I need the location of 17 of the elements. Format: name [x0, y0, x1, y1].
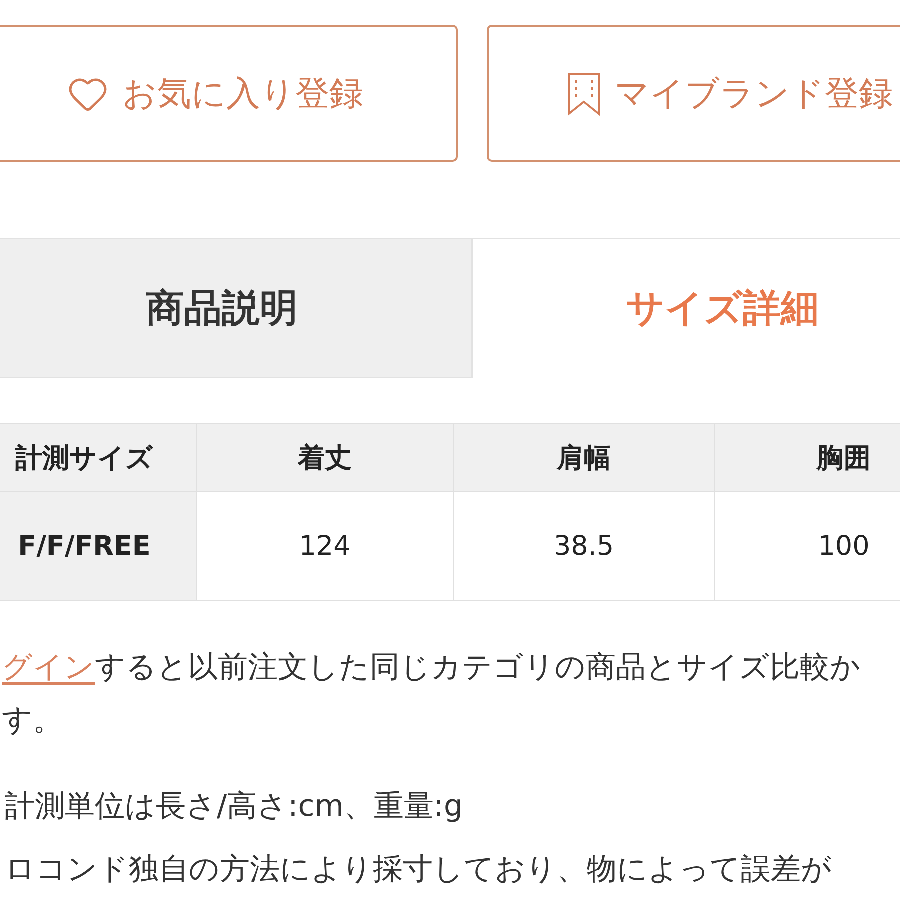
tab[interactable]: サイズ詳細 — [472, 238, 900, 378]
login-note-text: グインすると以前注文した同じカテゴリの商品とサイズ比較か す。 — [2, 649, 861, 740]
note-text: 計測単位は長さ/高さ:cm、重量:g — [5, 788, 464, 826]
bookmark-icon — [567, 72, 601, 116]
column-header: 計測サイズ — [0, 424, 196, 492]
table-cell: 124 — [196, 492, 454, 600]
tab[interactable]: 商品説明 — [0, 238, 472, 378]
login-link[interactable]: グイン — [2, 650, 95, 685]
column-header: 着丈 — [196, 424, 454, 492]
column-header: 肩幅 — [454, 424, 714, 492]
brand-register-button[interactable]: マイブランド登録 — [487, 25, 900, 162]
favorite-button[interactable]: お気に入り登録 — [0, 25, 458, 162]
column-header: 胸囲 — [714, 424, 900, 492]
table-cell: 100 — [714, 492, 900, 600]
row-header: F/F/FREE — [0, 492, 196, 600]
table-cell: 38.5 — [454, 492, 714, 600]
note-text: ロコンド独自の方法により採寸しており、物によって誤差が — [5, 851, 832, 889]
